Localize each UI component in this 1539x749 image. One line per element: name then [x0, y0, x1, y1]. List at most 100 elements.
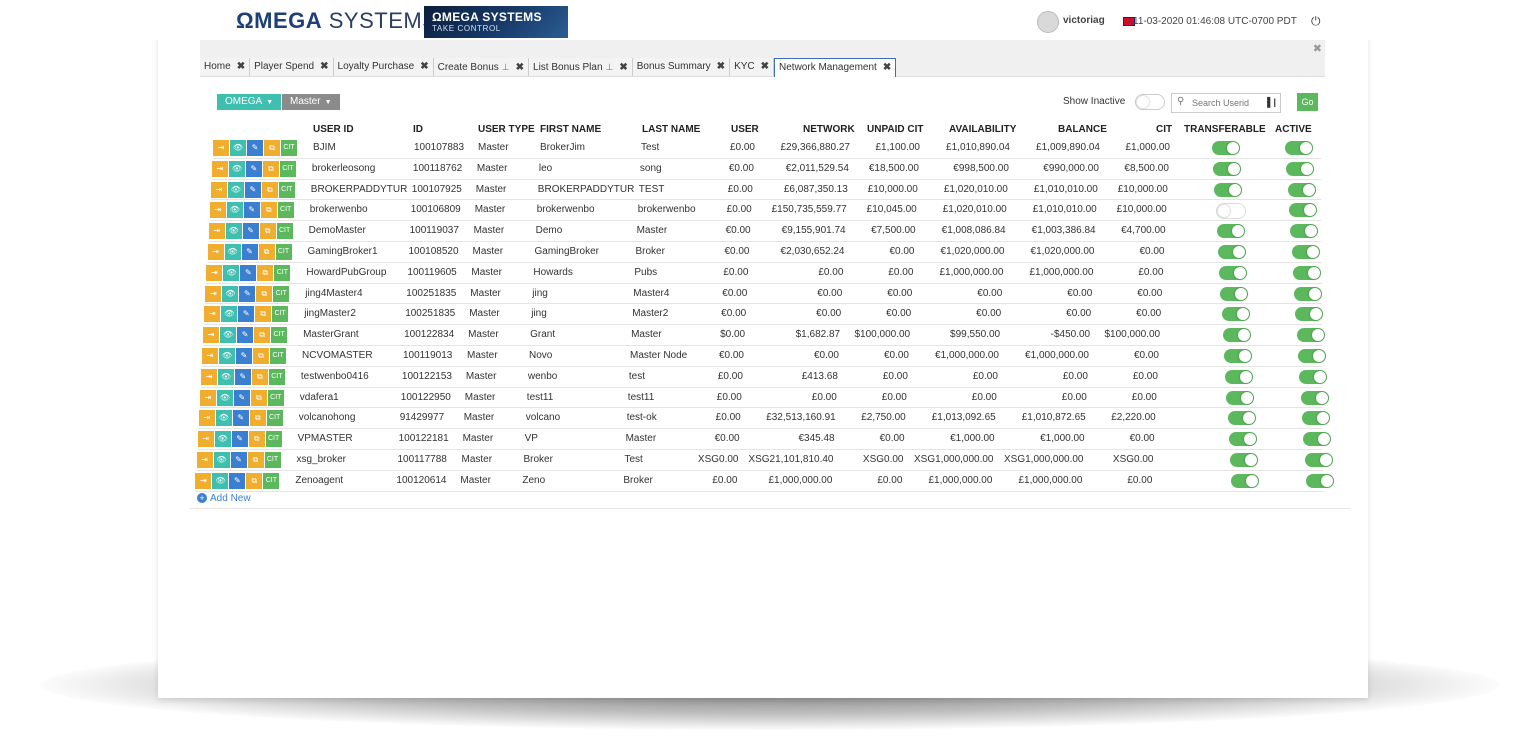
active-toggle[interactable]	[1287, 182, 1316, 197]
edit-icon[interactable]: ✎	[231, 431, 248, 448]
transferable-toggle[interactable]	[1219, 265, 1248, 280]
column-header-id[interactable]: ID	[413, 124, 423, 135]
tab-list-bonus-plan[interactable]: List Bonus Plan ⊥ ✖	[529, 58, 633, 76]
transferable-toggle[interactable]	[1226, 390, 1255, 405]
pin-icon[interactable]: ⊥	[606, 62, 614, 72]
edit-icon[interactable]: ✎	[240, 264, 257, 281]
column-header-unpaid-cit[interactable]: UNPAID CIT	[867, 124, 923, 135]
omega-dropdown[interactable]: OMEGA ▼	[217, 94, 282, 110]
login-icon[interactable]: ⇥	[211, 160, 228, 177]
transferable-toggle[interactable]	[1215, 203, 1246, 220]
column-header-network[interactable]: NETWORK	[803, 124, 855, 135]
cell-userid[interactable]: NCVOMASTER	[302, 350, 373, 361]
show-inactive-toggle[interactable]	[1135, 94, 1165, 110]
cit-button[interactable]: CIT	[264, 452, 281, 468]
tab-loyalty-purchase[interactable]: Loyalty Purchase ✖	[333, 58, 434, 76]
cit-button[interactable]: CIT	[275, 244, 292, 260]
edit-icon[interactable]: ✎	[241, 244, 258, 260]
cell-userid[interactable]: testwenbo0416	[301, 371, 369, 382]
transferable-toggle[interactable]	[1212, 141, 1240, 155]
master-dropdown[interactable]: Master ▼	[282, 94, 340, 110]
login-icon[interactable]: ⇥	[199, 389, 216, 406]
active-toggle[interactable]	[1304, 453, 1333, 467]
login-icon[interactable]: ⇥	[208, 223, 225, 240]
column-header-first-name[interactable]: FIRST NAME	[540, 124, 601, 135]
cit-button[interactable]: CIT	[270, 348, 286, 364]
transferable-toggle[interactable]	[1221, 307, 1250, 322]
transferable-toggle[interactable]	[1227, 411, 1256, 426]
add-new-link[interactable]: + Add New	[197, 493, 251, 504]
view-icon[interactable]: 👁	[230, 140, 246, 156]
login-icon[interactable]: ⇥	[197, 431, 214, 448]
edit-icon[interactable]: ✎	[239, 285, 256, 302]
transferable-toggle[interactable]	[1231, 473, 1260, 488]
login-icon[interactable]: ⇥	[213, 140, 229, 156]
open-external-icon[interactable]: ⧉	[257, 264, 274, 281]
transferable-toggle[interactable]	[1224, 349, 1252, 363]
power-icon[interactable]: ⏻	[1311, 14, 1321, 29]
cell-userid[interactable]: vdafera1	[300, 392, 339, 403]
edit-icon[interactable]: ✎	[237, 327, 254, 344]
login-icon[interactable]: ⇥	[206, 264, 223, 281]
login-icon[interactable]: ⇥	[204, 306, 221, 323]
close-icon[interactable]: ✖	[619, 62, 627, 73]
active-toggle[interactable]	[1295, 307, 1324, 322]
cell-userid[interactable]: Zenoagent	[295, 475, 343, 486]
column-header-cit[interactable]: CIT	[1156, 124, 1172, 135]
cit-button[interactable]: CIT	[265, 431, 282, 448]
column-header-availability[interactable]: AVAILABILITY	[949, 124, 1016, 135]
cell-userid[interactable]: jingMaster2	[304, 308, 356, 319]
view-icon[interactable]: 👁	[215, 410, 232, 427]
cell-userid[interactable]: MasterGrant	[303, 329, 359, 340]
edit-icon[interactable]: ✎	[232, 410, 249, 427]
close-icon[interactable]: ✖	[761, 61, 769, 72]
active-toggle[interactable]	[1288, 203, 1317, 218]
transferable-toggle[interactable]	[1222, 328, 1251, 343]
open-external-icon[interactable]: ⧉	[253, 348, 269, 364]
column-header-user-id[interactable]: USER ID	[313, 124, 354, 135]
search-input[interactable]	[1190, 95, 1274, 111]
open-external-icon[interactable]: ⧉	[246, 472, 263, 489]
login-icon[interactable]: ⇥	[207, 244, 224, 260]
transferable-toggle[interactable]	[1214, 182, 1243, 197]
transferable-toggle[interactable]	[1228, 432, 1257, 447]
open-external-icon[interactable]: ⧉	[250, 389, 267, 406]
edit-icon[interactable]: ✎	[242, 223, 259, 240]
barcode-icon[interactable]: ▌|	[1267, 97, 1276, 107]
tab-network-management[interactable]: Network Management ✖	[774, 58, 897, 77]
open-external-icon[interactable]: ⧉	[248, 431, 265, 448]
login-icon[interactable]: ⇥	[196, 452, 213, 468]
active-toggle[interactable]	[1292, 265, 1321, 280]
transferable-toggle[interactable]	[1220, 286, 1249, 301]
active-toggle[interactable]	[1286, 161, 1315, 176]
open-external-icon[interactable]: ⧉	[258, 244, 275, 260]
login-icon[interactable]: ⇥	[210, 181, 227, 198]
column-header-user-type[interactable]: USER TYPE	[478, 124, 535, 135]
view-icon[interactable]: 👁	[214, 431, 231, 448]
view-icon[interactable]: 👁	[216, 389, 233, 406]
transferable-toggle[interactable]	[1216, 224, 1245, 239]
active-toggle[interactable]	[1298, 349, 1326, 363]
transferable-toggle[interactable]	[1225, 369, 1254, 384]
edit-icon[interactable]: ✎	[247, 140, 263, 156]
login-icon[interactable]: ⇥	[198, 410, 215, 427]
active-toggle[interactable]	[1285, 141, 1313, 155]
open-external-icon[interactable]: ⧉	[262, 160, 279, 177]
cit-button[interactable]: CIT	[271, 327, 288, 344]
edit-icon[interactable]: ✎	[245, 160, 262, 177]
edit-icon[interactable]: ✎	[230, 452, 247, 468]
edit-icon[interactable]: ✎	[229, 472, 246, 489]
edit-icon[interactable]: ✎	[244, 181, 261, 198]
active-toggle[interactable]	[1303, 432, 1332, 447]
edit-icon[interactable]: ✎	[243, 202, 260, 219]
close-icon[interactable]: ✖	[237, 61, 245, 72]
view-icon[interactable]: 👁	[217, 368, 234, 385]
open-external-icon[interactable]: ⧉	[264, 140, 280, 156]
close-icon[interactable]: ✖	[320, 61, 328, 72]
view-icon[interactable]: 👁	[224, 244, 241, 260]
active-toggle[interactable]	[1300, 390, 1329, 405]
view-icon[interactable]: 👁	[213, 452, 230, 468]
view-icon[interactable]: 👁	[220, 327, 237, 344]
tab-player-spend[interactable]: Player Spend ✖	[250, 58, 334, 76]
column-header-balance[interactable]: BALANCE	[1058, 124, 1107, 135]
